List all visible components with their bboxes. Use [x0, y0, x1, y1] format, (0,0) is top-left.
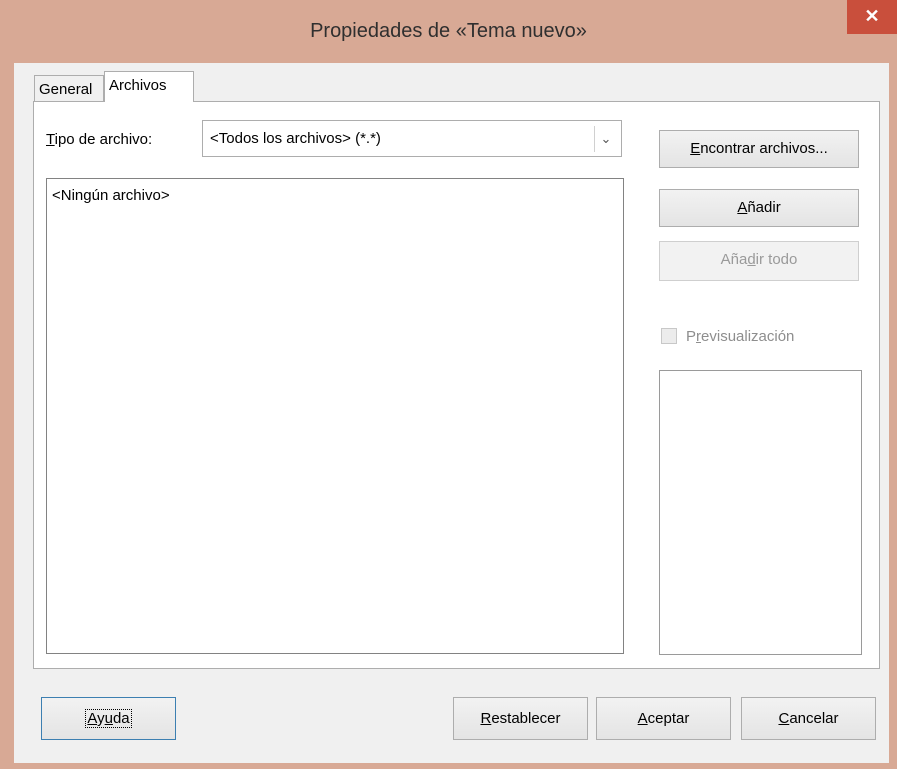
preview-area [659, 370, 862, 655]
dialog-client-area: General Archivos Tipo de archivo: <Todos… [14, 63, 889, 763]
preview-checkbox[interactable] [661, 328, 677, 344]
preview-label: Previsualización [686, 328, 795, 345]
file-list[interactable]: <Ningún archivo> [46, 178, 624, 654]
find-files-button[interactable]: Encontrar archivos... [659, 130, 859, 168]
files-tab-panel: Tipo de archivo: <Todos los archivos> (*… [33, 101, 880, 669]
dialog-title: Propiedades de «Tema nuevo» [310, 20, 587, 42]
cancel-button[interactable]: Cancelar [741, 697, 876, 740]
reset-button[interactable]: Restablecer [453, 697, 588, 740]
help-button[interactable]: Ayuda [41, 697, 176, 740]
list-item[interactable]: <Ningún archivo> [52, 187, 170, 204]
file-type-select[interactable]: <Todos los archivos> (*.*) ⌄ [202, 120, 622, 157]
close-icon: ✕ [864, 6, 880, 26]
file-type-label: Tipo de archivo: [46, 131, 153, 148]
tab-archivos[interactable]: Archivos [104, 71, 194, 102]
tab-general[interactable]: General [34, 75, 104, 101]
add-all-button[interactable]: Añadir todo [659, 241, 859, 281]
title-bar: Propiedades de «Tema nuevo» ✕ [0, 0, 897, 63]
add-button[interactable]: Añadir [659, 189, 859, 227]
properties-dialog: Propiedades de «Tema nuevo» ✕ General Ar… [0, 0, 897, 769]
file-type-value: <Todos los archivos> (*.*) [210, 130, 381, 147]
close-button[interactable]: ✕ [847, 0, 897, 34]
chevron-down-icon[interactable]: ⌄ [594, 126, 617, 152]
ok-button[interactable]: Aceptar [596, 697, 731, 740]
